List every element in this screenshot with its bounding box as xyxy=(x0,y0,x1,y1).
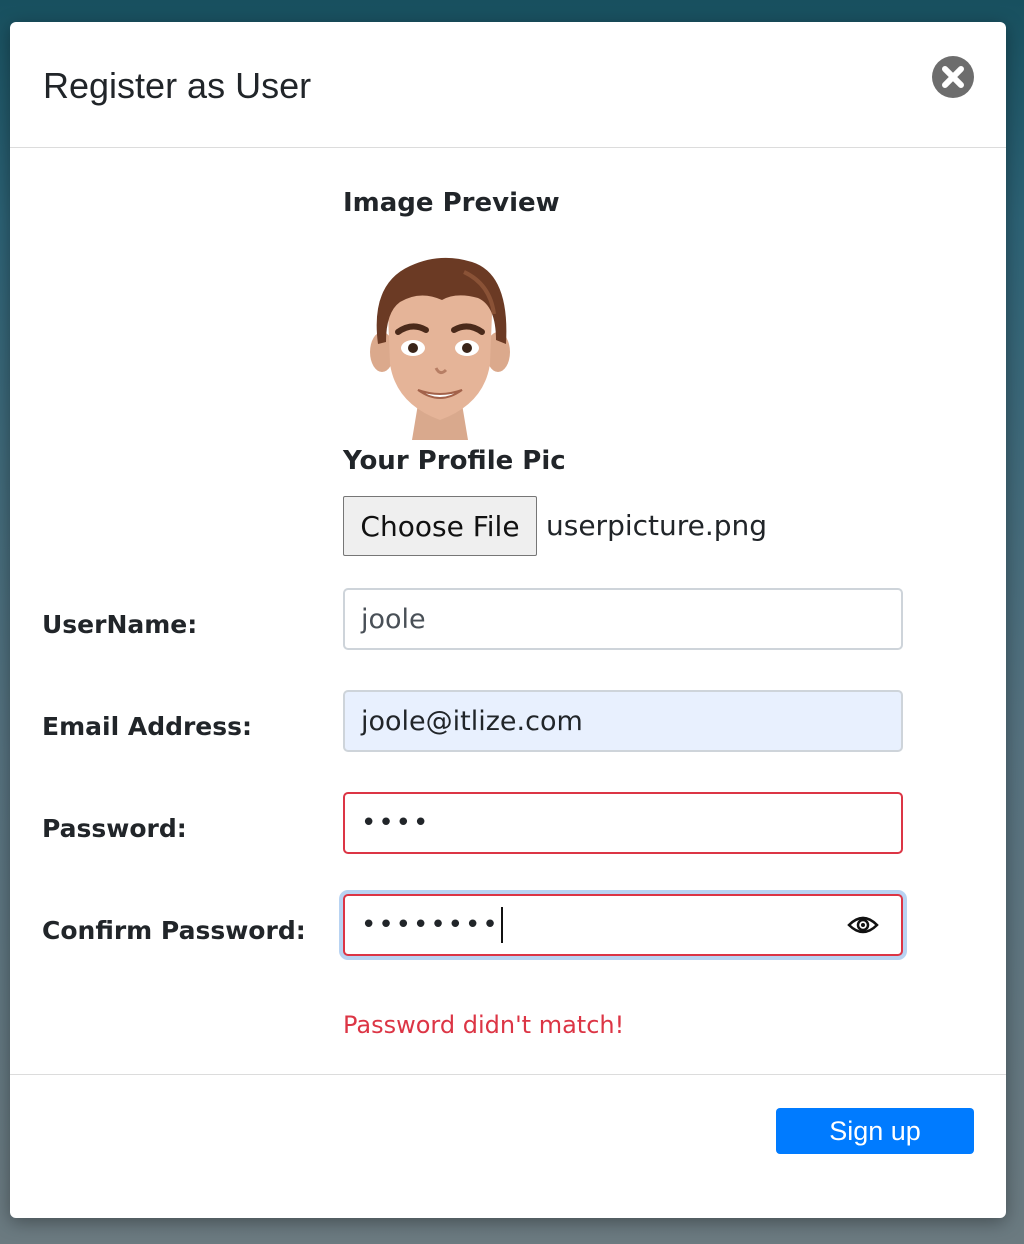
avatar-image xyxy=(370,257,510,440)
footer-divider xyxy=(10,1074,1006,1075)
choose-file-button[interactable]: Choose File xyxy=(343,496,537,556)
confirm-password-input[interactable]: •••••••• xyxy=(343,894,903,956)
modal-title: Register as User xyxy=(43,65,312,106)
close-icon xyxy=(942,66,964,88)
modal-header: Register as User xyxy=(10,22,1006,148)
password-input[interactable]: •••• xyxy=(343,792,903,854)
password-label: Password: xyxy=(42,814,187,843)
eye-icon[interactable] xyxy=(847,913,879,937)
password-mismatch-error: Password didn't match! xyxy=(343,1011,625,1039)
confirm-password-label: Confirm Password: xyxy=(42,916,306,945)
username-label: UserName: xyxy=(42,610,198,639)
email-input[interactable]: joole@itlize.com xyxy=(343,690,903,752)
close-button[interactable] xyxy=(932,56,974,98)
confirm-password-masked-value: •••••••• xyxy=(361,910,500,940)
selected-file-name: userpicture.png xyxy=(546,509,768,542)
email-value: joole@itlize.com xyxy=(361,705,583,737)
profile-pic-label: Your Profile Pic xyxy=(343,446,566,476)
username-input[interactable]: joole xyxy=(343,588,903,650)
image-preview-title: Image Preview xyxy=(343,188,560,218)
username-value: joole xyxy=(361,603,426,635)
email-label: Email Address: xyxy=(42,712,253,741)
register-modal: Register as User Image Preview Your Prof… xyxy=(10,22,1006,1218)
signup-button[interactable]: Sign up xyxy=(776,1108,974,1154)
password-masked-value: •••• xyxy=(361,808,431,838)
text-caret xyxy=(500,907,503,943)
